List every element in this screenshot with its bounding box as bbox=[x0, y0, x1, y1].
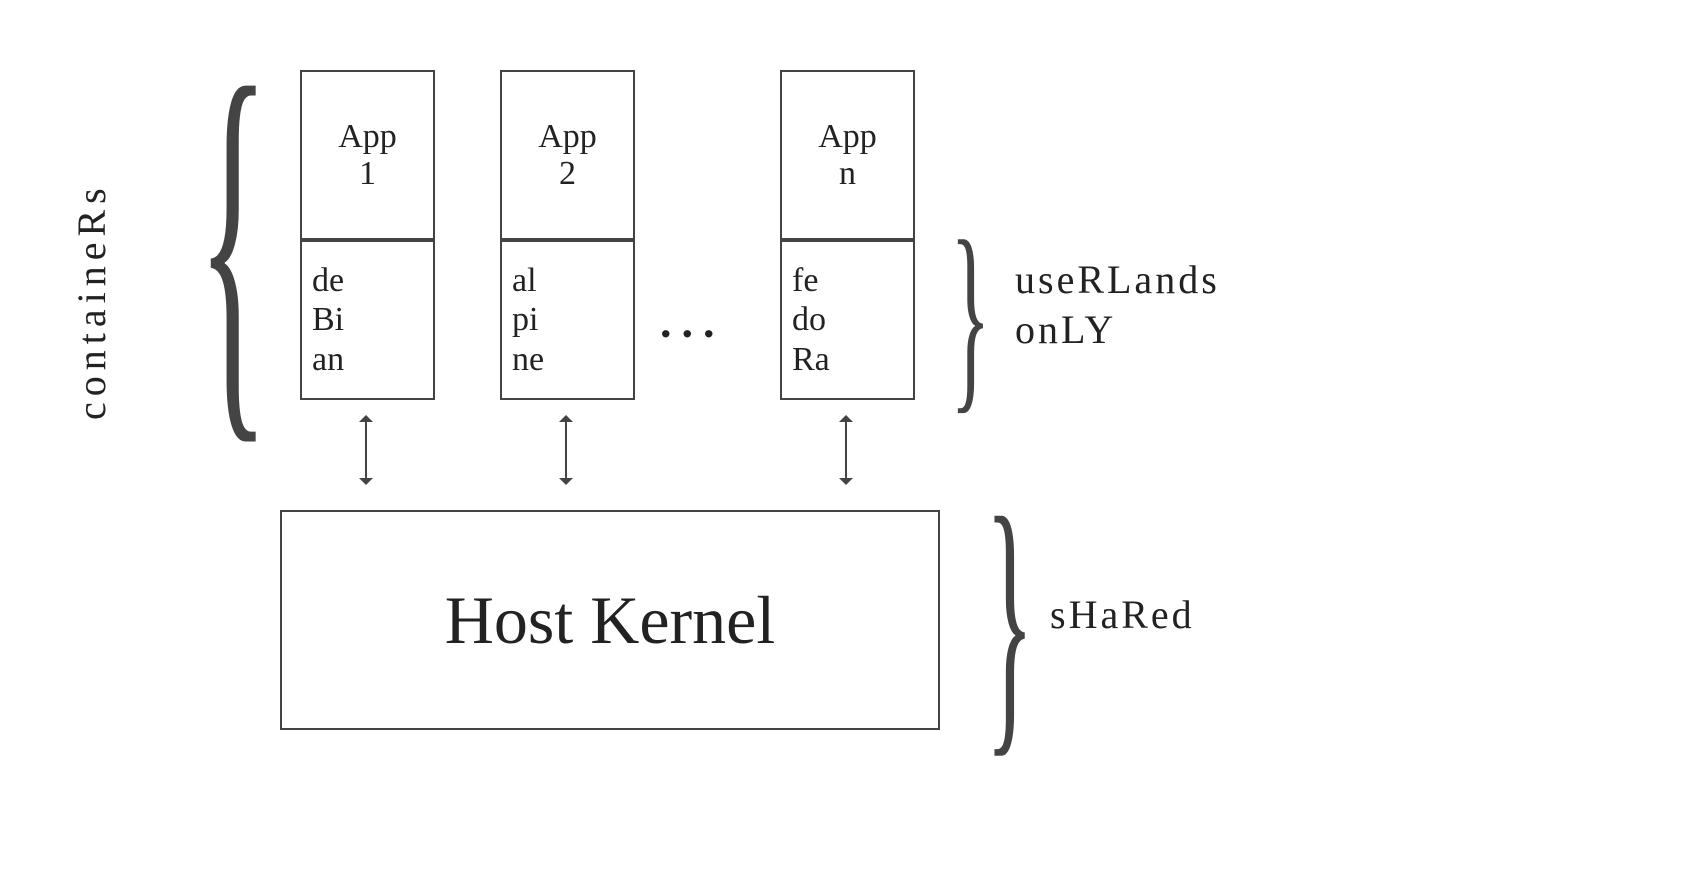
os-2-label: al pi ne bbox=[502, 261, 544, 378]
ellipsis-label: ... bbox=[660, 295, 725, 348]
container-1-app-box: App 1 bbox=[300, 70, 435, 240]
app-2-label: App 2 bbox=[538, 118, 597, 193]
arrow-1 bbox=[365, 420, 367, 480]
userlands-label: useRLands onLY bbox=[1015, 255, 1220, 355]
app-n-label: App n bbox=[818, 118, 877, 193]
arrow-2 bbox=[565, 420, 567, 480]
shared-label: sHaRed bbox=[1050, 590, 1195, 640]
containers-label: containeRs bbox=[68, 90, 115, 420]
app-1-label: App 1 bbox=[338, 118, 397, 193]
arrow-n bbox=[845, 420, 847, 480]
os-1-label: de Bi an bbox=[302, 261, 344, 378]
container-2-app-box: App 2 bbox=[500, 70, 635, 240]
container-1-os-box: de Bi an bbox=[300, 240, 435, 400]
diagram-stage: containeRs { App 1 de Bi an App 2 al pi … bbox=[0, 0, 1682, 880]
host-kernel-label: Host Kernel bbox=[445, 581, 775, 660]
brace-left: { bbox=[197, 60, 269, 420]
container-n-os-box: fe do Ra bbox=[780, 240, 915, 400]
brace-shared: } bbox=[985, 500, 1034, 740]
host-kernel-box: Host Kernel bbox=[280, 510, 940, 730]
container-n-app-box: App n bbox=[780, 70, 915, 240]
container-2-os-box: al pi ne bbox=[500, 240, 635, 400]
os-n-label: fe do Ra bbox=[782, 261, 830, 378]
brace-userlands: } bbox=[950, 225, 990, 405]
